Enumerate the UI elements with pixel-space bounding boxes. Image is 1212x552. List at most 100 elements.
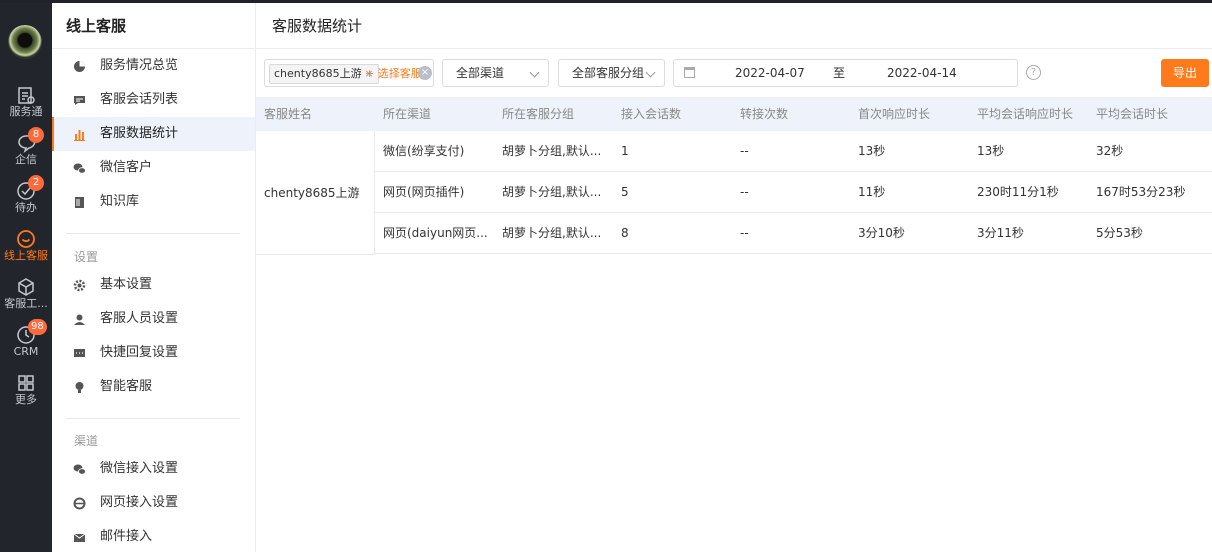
agent-tag-label: chenty8685上游 xyxy=(274,67,362,80)
rail-label: 线上客服 xyxy=(4,249,48,262)
menu-item-knowledge-base[interactable]: 知识库 xyxy=(52,185,255,219)
cell-group: 胡萝卜分组,默认... xyxy=(502,144,602,158)
menu-item-label: 基本设置 xyxy=(100,277,153,292)
clipboard-icon xyxy=(18,87,35,104)
clear-icon[interactable]: × xyxy=(418,66,432,80)
menu-item-wechat-access[interactable]: 微信接入设置 xyxy=(52,452,255,486)
menu-item-mail-access[interactable]: 邮件接入 xyxy=(52,520,255,552)
column-header: 平均会话响应时长 xyxy=(977,107,1074,121)
cell-group: 胡萝卜分组,默认... xyxy=(502,185,602,199)
cell-transfers: -- xyxy=(740,226,749,240)
column-header: 所在渠道 xyxy=(383,107,432,121)
cell-avg-duration: 167时53分23秒 xyxy=(1096,185,1186,199)
menu-item-label: 客服数据统计 xyxy=(100,126,179,141)
channel-select[interactable]: 全部渠道 xyxy=(442,59,549,87)
menu-divider xyxy=(66,233,240,234)
menu-item-label: 知识库 xyxy=(100,194,140,209)
book-icon xyxy=(75,197,84,208)
cell-channel: 网页(网页插件) xyxy=(383,185,465,199)
menu-item-overview[interactable]: 服务情况总览 xyxy=(52,49,255,83)
table-row: 网页(网页插件) 胡萝卜分组,默认... 5 -- 11秒 230时11分1秒 … xyxy=(375,172,1212,213)
menu-item-agent-settings[interactable]: 客服人员设置 xyxy=(52,302,255,336)
cell-channel: 网页(daiyun网页... xyxy=(383,226,488,240)
menu-item-data-stats[interactable]: 客服数据统计 xyxy=(52,117,255,151)
menu-item-label: 微信接入设置 xyxy=(100,461,179,476)
avatar[interactable] xyxy=(8,25,42,59)
cell-avg-response: 13秒 xyxy=(977,144,1005,158)
cell-first-response: 13秒 xyxy=(858,144,886,158)
menu-divider xyxy=(66,418,240,419)
cell-avg-duration: 5分53秒 xyxy=(1096,226,1143,240)
wechat-icon xyxy=(73,464,86,475)
date-range-picker[interactable]: 2022-04-07 至 2022-04-14 xyxy=(673,59,1018,87)
cell-avg-response: 230时11分1秒 xyxy=(977,185,1059,199)
menu-item-quick-reply[interactable]: 快捷回复设置 xyxy=(52,336,255,370)
menu-item-label: 快捷回复设置 xyxy=(100,345,179,360)
message-icon xyxy=(74,96,85,105)
menu-item-label: 客服会话列表 xyxy=(100,92,179,107)
rail-label: 服务通 xyxy=(9,105,43,118)
rail-item-more[interactable]: 更多 xyxy=(0,373,52,417)
agent-name: chenty8685上游 xyxy=(264,186,360,200)
cell-channel: 微信(纷享支付) xyxy=(383,144,465,158)
smile-chat-icon xyxy=(17,230,35,248)
grid-icon xyxy=(18,375,34,391)
add-agent-link[interactable]: + 选择客服 xyxy=(365,65,422,81)
column-header: 平均会话时长 xyxy=(1096,107,1169,121)
page-title: 客服数据统计 xyxy=(256,3,1212,49)
rail-item-online-service[interactable]: 线上客服 xyxy=(0,229,52,273)
date-separator: 至 xyxy=(833,66,846,80)
export-button[interactable]: 导出 xyxy=(1161,59,1209,87)
rail-item-todo[interactable]: 2 待办 xyxy=(0,175,52,225)
rail-label: 待办 xyxy=(15,201,37,214)
menu-item-label: 客服人员设置 xyxy=(100,311,179,326)
cell-group: 胡萝卜分组,默认... xyxy=(502,226,602,240)
agent-icon xyxy=(74,314,85,325)
column-header: 转接次数 xyxy=(740,107,789,121)
date-from: 2022-04-07 xyxy=(735,66,805,80)
gear-icon xyxy=(73,279,86,292)
rail-item-crm[interactable]: 98 CRM xyxy=(0,319,52,369)
secondary-menu: 线上客服 服务情况总览 客服会话列表 客服数据统计 微信客户 知识库 设置 基本… xyxy=(52,3,256,552)
column-header: 客服姓名 xyxy=(264,107,313,121)
cell-sessions: 8 xyxy=(621,226,629,240)
menu-item-web-access[interactable]: 网页接入设置 xyxy=(52,486,255,520)
agent-name-cell: chenty8685上游 xyxy=(256,131,375,255)
menu-item-basic-settings[interactable]: 基本设置 xyxy=(52,268,255,302)
agent-selector[interactable]: chenty8685上游 × + 选择客服 × xyxy=(264,59,434,87)
cell-sessions: 1 xyxy=(621,144,629,158)
date-to: 2022-04-14 xyxy=(887,66,957,80)
rail-item-messenger[interactable]: 8 企信 xyxy=(0,127,52,177)
menu-item-label: 网页接入设置 xyxy=(100,495,179,510)
menu-item-wechat-customers[interactable]: 微信客户 xyxy=(52,151,255,185)
table-row: 微信(纷享支付) 胡萝卜分组,默认... 1 -- 13秒 13秒 32秒 xyxy=(375,131,1212,172)
menu-item-label: 服务情况总览 xyxy=(100,58,179,73)
menu-group-channels: 渠道 xyxy=(74,434,99,448)
calendar-icon xyxy=(684,67,695,78)
wechat-icon xyxy=(73,163,86,174)
menu-item-smart-service[interactable]: 智能客服 xyxy=(52,370,255,404)
chevron-down-icon xyxy=(529,67,540,78)
cell-first-response: 11秒 xyxy=(858,185,886,199)
browser-icon xyxy=(73,497,86,510)
rail-item-workbench[interactable]: 客服工... xyxy=(0,277,52,321)
group-select-value: 全部客服分组 xyxy=(572,66,645,80)
cell-sessions: 5 xyxy=(621,185,629,199)
rail-item-service[interactable]: 服务通 xyxy=(0,85,52,129)
table-row: 网页(daiyun网页... 胡萝卜分组,默认... 8 -- 3分10秒 3分… xyxy=(375,213,1212,254)
todo-badge: 2 xyxy=(28,175,44,191)
menu-item-label: 智能客服 xyxy=(100,379,153,394)
menu-item-session-list[interactable]: 客服会话列表 xyxy=(52,83,255,117)
quick-reply-icon xyxy=(74,349,85,357)
agent-tag: chenty8685上游 × xyxy=(269,64,379,84)
bar-chart-icon xyxy=(74,130,85,141)
app-rail: 服务通 8 企信 2 待办 线上客服 客服工... 98 CRM 更多 xyxy=(0,3,52,552)
menu-title: 线上客服 xyxy=(52,3,255,49)
cube-icon xyxy=(18,278,34,296)
group-select[interactable]: 全部客服分组 xyxy=(558,59,665,87)
column-header: 所在客服分组 xyxy=(502,107,575,121)
mail-icon xyxy=(73,533,86,542)
help-icon[interactable]: ? xyxy=(1026,65,1041,80)
main-panel: 客服数据统计 chenty8685上游 × + 选择客服 × 全部渠道 全部客服… xyxy=(256,3,1212,552)
column-header: 接入会话数 xyxy=(621,107,682,121)
